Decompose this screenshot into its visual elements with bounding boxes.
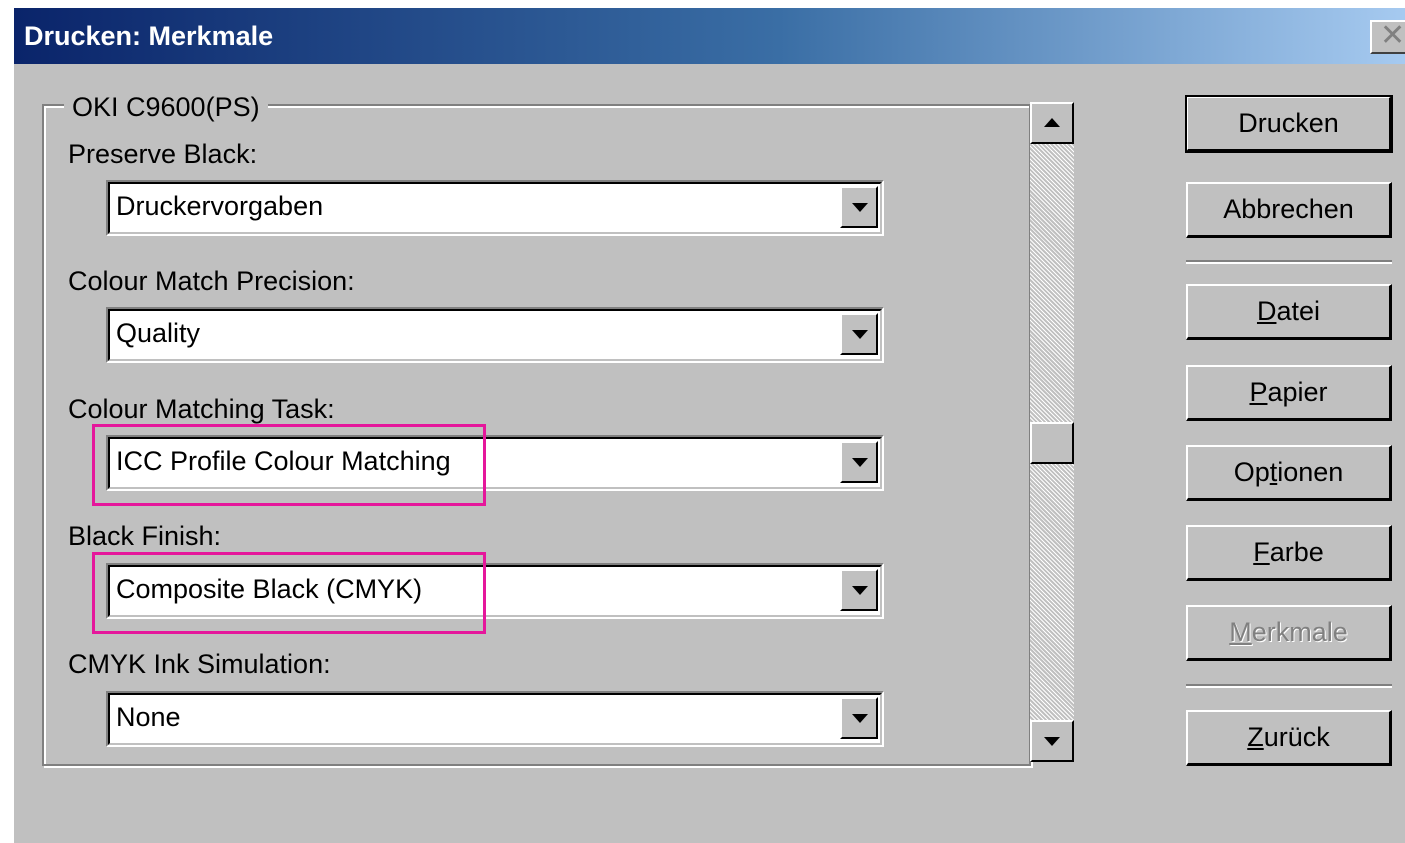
preserve-black-value: Druckervorgaben xyxy=(116,191,324,221)
title-bar: Drucken: Merkmale ✕ xyxy=(14,8,1405,64)
separator-bottom xyxy=(1186,684,1392,688)
back-button[interactable]: Zurück xyxy=(1186,710,1392,766)
cmyk-ink-simulation-value: None xyxy=(116,702,181,732)
group-legend: OKI C9600(PS) xyxy=(64,92,268,122)
arrow-up-icon[interactable] xyxy=(1030,102,1074,144)
colour-match-precision-dropdown[interactable]: Quality xyxy=(106,307,884,363)
chevron-down-icon[interactable] xyxy=(840,569,878,611)
colour-match-precision-value: Quality xyxy=(116,318,201,348)
scrollbar-thumb[interactable] xyxy=(1030,422,1074,464)
features-button: Merkmale xyxy=(1186,605,1392,661)
chevron-down-icon[interactable] xyxy=(840,186,878,228)
close-icon: ✕ xyxy=(1380,19,1405,52)
print-button[interactable]: Drucken xyxy=(1185,95,1393,153)
options-button[interactable]: Optionen xyxy=(1186,445,1392,501)
chevron-down-icon[interactable] xyxy=(840,441,878,483)
preserve-black-label: Preserve Black: xyxy=(68,139,258,169)
preserve-black-dropdown[interactable]: Druckervorgaben xyxy=(106,180,884,236)
vertical-scrollbar[interactable] xyxy=(1030,102,1074,762)
colour-match-precision-label: Colour Match Precision: xyxy=(68,266,355,296)
paper-button[interactable]: Papier xyxy=(1186,365,1392,421)
chevron-down-icon[interactable] xyxy=(840,313,878,355)
highlight-box-black-finish xyxy=(92,552,486,634)
chevron-down-icon[interactable] xyxy=(840,697,878,739)
cancel-button[interactable]: Abbrechen xyxy=(1186,182,1392,238)
color-button[interactable]: Farbe xyxy=(1186,525,1392,581)
highlight-box-colour-matching-task xyxy=(92,424,486,506)
colour-matching-task-label: Colour Matching Task: xyxy=(68,394,335,424)
separator-top xyxy=(1186,260,1392,264)
arrow-down-icon[interactable] xyxy=(1030,720,1074,762)
cmyk-ink-simulation-dropdown[interactable]: None xyxy=(106,691,884,747)
window-title: Drucken: Merkmale xyxy=(24,21,274,51)
black-finish-label: Black Finish: xyxy=(68,521,222,551)
file-button[interactable]: Datei xyxy=(1186,284,1392,340)
cmyk-ink-simulation-label: CMYK Ink Simulation: xyxy=(68,649,331,679)
close-button[interactable]: ✕ xyxy=(1370,20,1405,54)
print-features-dialog: Drucken: Merkmale ✕ OKI C9600(PS) Preser… xyxy=(14,8,1405,843)
